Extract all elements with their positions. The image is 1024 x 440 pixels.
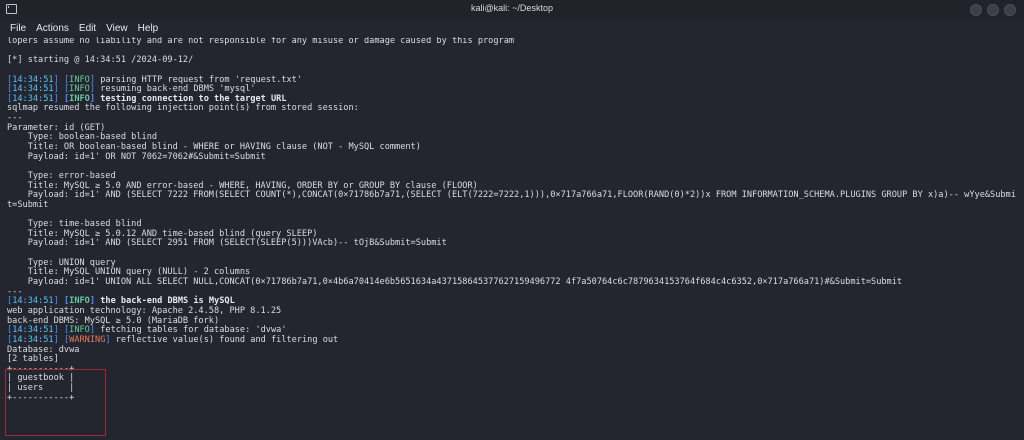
close-button[interactable] — [1004, 4, 1016, 16]
log-message: fetching tables for database: 'dvwa' — [100, 325, 287, 336]
bracket: ] — [53, 334, 59, 345]
window-title: kali@kali: ~/Desktop — [471, 3, 553, 13]
log-message: testing connection to the target URL — [100, 93, 287, 104]
bracket: ] — [53, 296, 59, 307]
log-message: parsing HTTP request from 'request.txt' — [100, 74, 303, 85]
terminal-line: lopers assume no liability and are not r… — [7, 37, 515, 46]
menu-help[interactable]: Help — [138, 23, 159, 34]
terminal-line: --- — [7, 113, 23, 124]
log-time: 14:34:51 — [12, 296, 54, 307]
log-time: 14:34:51 — [12, 93, 54, 104]
bracket: ] — [89, 84, 96, 95]
menu-file[interactable]: File — [10, 23, 26, 34]
bracket: ] — [105, 334, 111, 345]
bracket: ] — [89, 93, 96, 104]
minimize-button[interactable] — [970, 4, 982, 16]
maximize-button[interactable] — [987, 4, 999, 16]
log-message: resuming back-end DBMS 'mysql' — [100, 84, 256, 95]
window-controls — [970, 4, 1016, 16]
terminal-line: +-----------+ — [7, 392, 75, 403]
terminal-window: kali@kali: ~/Desktop File Actions Edit V… — [0, 0, 1024, 440]
terminal-line: t=Submit — [7, 199, 49, 210]
bracket: ] — [89, 325, 96, 336]
bracket: ] — [53, 93, 59, 104]
terminal-line: sqlmap resumed the following injection p… — [7, 103, 359, 114]
menu-view[interactable]: View — [106, 23, 128, 34]
terminal-line: | users | — [7, 383, 75, 394]
menu-edit[interactable]: Edit — [79, 23, 96, 34]
bracket: ] — [53, 325, 59, 336]
terminal-line: Payload: id=1' UNION ALL SELECT NULL,CON… — [7, 277, 903, 288]
bracket: ] — [53, 74, 59, 85]
log-level: INFO — [69, 93, 90, 104]
log-message: the back-end DBMS is MySQL — [100, 296, 235, 307]
log-level: WARNING — [69, 334, 106, 345]
log-level: INFO — [69, 84, 90, 95]
log-time: 14:34:51 — [12, 334, 54, 345]
menu-actions[interactable]: Actions — [36, 23, 69, 34]
terminal-line: Database: dvwa — [7, 344, 80, 355]
log-message: reflective value(s) found and filtering … — [115, 334, 339, 345]
terminal-line: +-----------+ — [7, 363, 75, 374]
terminal-line: [14:34:51] [WARNING] reflective value(s)… — [7, 334, 1024, 346]
terminal-line: Payload: id=1' OR NOT 7062=7062#&Submit=… — [7, 151, 266, 162]
terminal-line: Parameter: id (GET) — [7, 122, 106, 133]
bracket: ] — [89, 74, 96, 85]
title-bar: kali@kali: ~/Desktop — [0, 0, 1024, 20]
log-level: INFO — [69, 325, 90, 336]
log-time: 14:34:51 — [12, 84, 54, 95]
log-time: 14:34:51 — [12, 325, 54, 336]
log-time: 14:34:51 — [12, 74, 54, 85]
terminal-line: Payload: id=1' AND (SELECT 7222 FROM(SEL… — [7, 190, 1016, 201]
log-level: INFO — [69, 296, 90, 307]
terminal-line: [2 tables] — [7, 354, 59, 365]
terminal-line: [*] starting @ 14:34:51 /2024-09-12/ — [7, 55, 194, 66]
terminal-output[interactable]: lopers assume no liability and are not r… — [0, 37, 1024, 440]
terminal-line: | guestbook | — [7, 373, 75, 384]
terminal-line: Payload: id=1' AND (SELECT 2951 FROM (SE… — [7, 238, 447, 249]
bracket: ] — [53, 84, 59, 95]
log-level: INFO — [69, 74, 90, 85]
bracket: ] — [89, 296, 96, 307]
menu-bar: File Actions Edit View Help — [0, 20, 1024, 36]
